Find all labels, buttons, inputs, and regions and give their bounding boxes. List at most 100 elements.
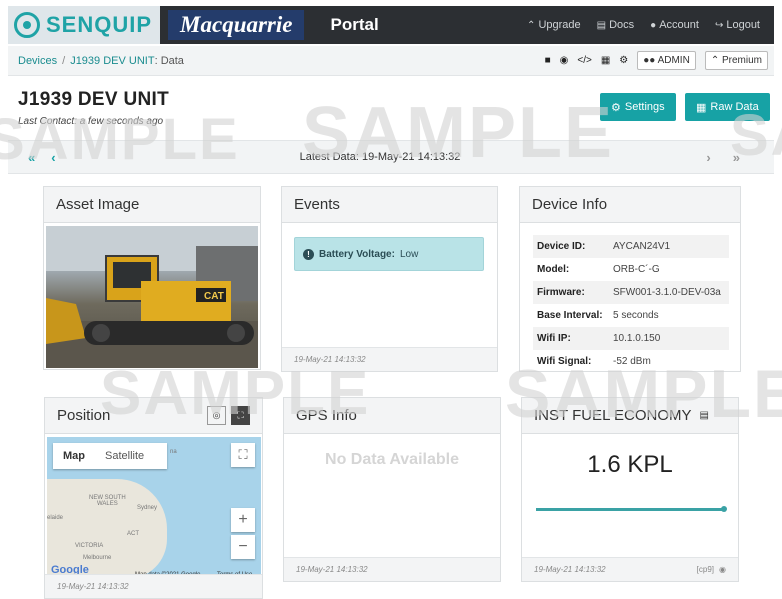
settings-button[interactable]: ⚙ Settings <box>600 93 676 121</box>
last-contact: Last Contact: a few seconds ago <box>18 116 164 127</box>
logout-link[interactable]: ↪ Logout <box>715 19 760 31</box>
users-icon: ●● <box>643 55 656 66</box>
raw-data-table-icon: ▦ <box>696 101 707 114</box>
info-row-device-id: Device ID: AYCAN24V1 <box>533 235 729 258</box>
info-row-base-interval: Base Interval: 5 seconds <box>533 304 729 327</box>
breadcrumb-device[interactable]: J1939 DEV UNIT <box>70 55 154 67</box>
info-value: ORB-C´-G <box>613 264 660 275</box>
premium-icon: ⌃ <box>710 55 720 66</box>
data-view-icon[interactable]: ■ <box>545 55 551 66</box>
portal-label[interactable]: Portal <box>330 15 378 35</box>
asset-image-title: Asset Image <box>44 187 260 223</box>
info-row-firmware: Firmware: SFW001-3.1.0-DEV-03a <box>533 281 729 304</box>
prev-page-icon[interactable]: ‹ <box>51 150 55 165</box>
gps-info-title: GPS Info <box>284 398 500 434</box>
breadcrumb-devices[interactable]: Devices <box>18 55 57 67</box>
premium-label: Premium <box>721 55 762 66</box>
last-page-icon[interactable]: » <box>733 150 740 165</box>
upgrade-label: Upgrade <box>538 19 581 31</box>
docs-label: Docs <box>609 19 635 31</box>
premium-button[interactable]: ⌃ Premium <box>704 51 768 70</box>
zoom-out-icon[interactable]: − <box>231 535 255 559</box>
senquip-logo-mark-icon <box>14 12 40 38</box>
map-label-nsw: NEW SOUTH WALES <box>89 495 126 507</box>
alert-label: Battery Voltage: <box>319 248 395 260</box>
logout-label: Logout <box>726 19 760 31</box>
fuel-economy-title: INST FUEL ECONOMY <box>534 407 692 424</box>
map-tab-satellite[interactable]: Satellite <box>95 450 154 462</box>
breadcrumb-tools: ■ ◉ </> ▦ ⚙ ●● ADMIN ⌃ Premium <box>545 51 774 70</box>
eye-icon[interactable]: ◉ <box>560 55 569 66</box>
breadcrumb-separator: / <box>62 54 66 67</box>
location-pin-icon[interactable]: ◎ <box>207 406 226 425</box>
device-info-table: Device ID: AYCAN24V1 Model: ORB-C´-G Firmw… <box>533 235 729 373</box>
latest-data: Latest Data: 19-May-21 14:13:32 <box>299 151 461 163</box>
admin-label: ADMIN <box>657 55 690 66</box>
map-label-victoria: VICTORIA <box>75 543 104 549</box>
account-label: Account <box>659 19 699 31</box>
table-icon[interactable]: ▦ <box>601 55 610 66</box>
fuel-economy-card: INST FUEL ECONOMY ▤ 1.6 KPL 19-May-21 14… <box>521 397 739 582</box>
position-title: Position <box>57 407 111 424</box>
svg-text:CAT: CAT <box>204 291 224 302</box>
docs-link[interactable]: ▤ Docs <box>597 19 635 31</box>
map-tab-map[interactable]: Map <box>53 450 95 462</box>
breadcrumb: Devices / J1939 DEV UNIT: Data ■ ◉ </> ▦… <box>8 46 774 76</box>
events-timestamp: 19-May-21 14:13:32 <box>282 347 497 371</box>
page-title: J1939 DEV UNIT <box>18 89 169 110</box>
upgrade-link[interactable]: ⌃ Upgrade <box>527 19 581 31</box>
position-timestamp: 19-May-21 14:13:32 <box>45 574 262 598</box>
info-value: -52 dBm <box>613 356 651 367</box>
expand-map-icon[interactable]: ⛶ <box>231 406 250 425</box>
bulldozer-image: CAT <box>46 226 258 368</box>
macquarrie-logo: Macquarrie <box>168 10 305 40</box>
device-info-title: Device Info <box>520 187 740 223</box>
senquip-logo[interactable]: SENQUIP <box>8 6 161 44</box>
upgrade-icon: ⌃ <box>527 19 536 31</box>
info-value: AYCAN24V1 <box>613 241 671 252</box>
fuel-economy-header: INST FUEL ECONOMY ▤ <box>522 398 738 434</box>
chart-icon[interactable]: ▤ <box>700 410 709 421</box>
map-label-act: ACT <box>127 531 139 537</box>
asset-photo: CAT <box>46 226 258 368</box>
info-key: Wifi Signal: <box>537 356 592 367</box>
nav-links: ⌃ Upgrade ▤ Docs ● Account ↪ Logout <box>527 19 774 31</box>
senquip-logo-text: SENQUIP <box>46 12 153 37</box>
info-key: Firmware: <box>537 287 585 298</box>
events-title: Events <box>282 187 497 223</box>
account-icon: ● <box>650 19 657 31</box>
fuel-footer: 19-May-21 14:13:32 [cp9] ◉ <box>522 557 738 581</box>
zoom-in-icon[interactable]: + <box>231 508 255 532</box>
map-label-adelaide: elaide <box>47 515 64 521</box>
info-value: 5 seconds <box>613 310 659 321</box>
map-label-sydney: Sydney <box>137 505 158 511</box>
info-row-wifi-signal: Wifi Signal: -52 dBm <box>533 350 729 373</box>
map-label-melbourne: Melbourne <box>83 555 112 561</box>
events-card: Events ! Battery Voltage: Low 19-May-21 … <box>281 186 498 372</box>
settings-label: Settings <box>624 101 665 113</box>
info-row-model: Model: ORB-C´-G <box>533 258 729 281</box>
logout-icon: ↪ <box>714 19 724 31</box>
account-link[interactable]: ● Account <box>650 19 699 31</box>
no-data-message: No Data Available <box>325 451 459 468</box>
gear-icon[interactable]: ⚙ <box>619 55 628 66</box>
fuel-timestamp: 19-May-21 14:13:32 <box>534 565 606 574</box>
battery-voltage-alert[interactable]: ! Battery Voltage: Low <box>294 237 484 271</box>
fuel-eye-icon[interactable]: ◉ <box>719 565 726 574</box>
raw-data-button[interactable]: ▦ Raw Data <box>685 93 770 121</box>
fullscreen-icon[interactable]: ⛶ <box>231 443 255 467</box>
info-key: Device ID: <box>537 241 586 252</box>
position-map[interactable]: Map Satellite na ⛶ NEW SOUTH WALES Sydne… <box>47 437 261 580</box>
gps-info-card: GPS Info No Data Available 19-May-21 14:… <box>283 397 501 582</box>
docs-icon: ▤ <box>596 19 607 31</box>
map-label-fragment: na <box>170 449 177 455</box>
settings-gear-icon: ⚙ <box>611 101 621 114</box>
info-key: Wifi IP: <box>537 333 571 344</box>
admin-button[interactable]: ●● ADMIN <box>637 51 696 70</box>
position-card: Position ◎ ⛶ Map Satellite na ⛶ NEW SOUT… <box>44 397 263 599</box>
info-value: 10.1.0.150 <box>613 333 661 344</box>
code-icon[interactable]: </> <box>577 55 591 66</box>
first-page-icon[interactable]: « <box>28 150 35 165</box>
device-info-card: Device Info Device ID: AYCAN24V1 Model: OR… <box>519 186 741 372</box>
next-page-icon[interactable]: › <box>706 150 710 165</box>
